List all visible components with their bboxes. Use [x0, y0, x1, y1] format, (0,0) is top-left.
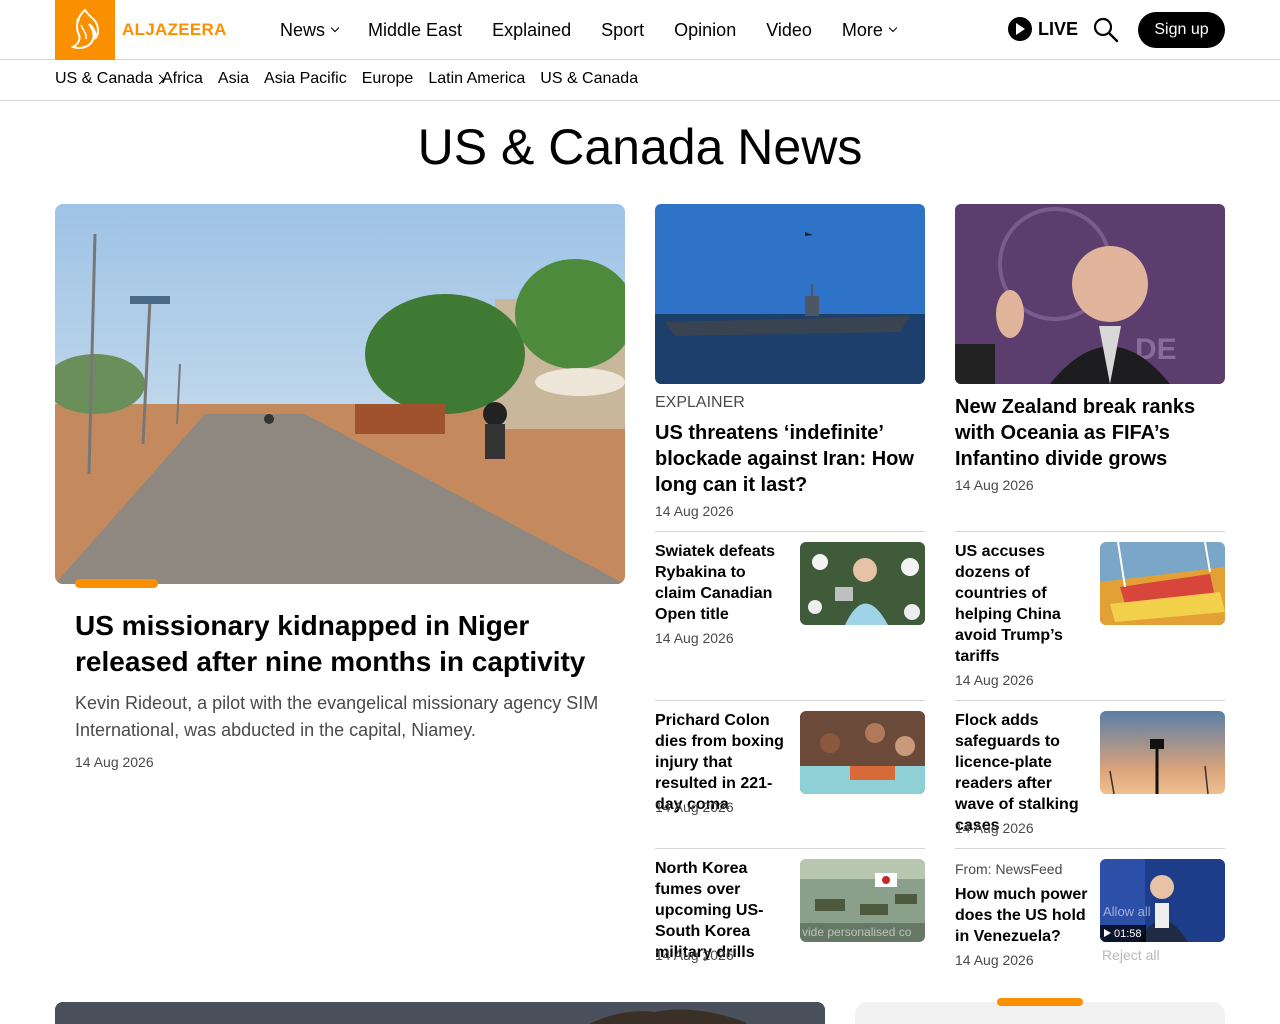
small-card-date: 14 Aug 2026	[955, 672, 1034, 688]
video-thumbnail[interactable]: Allow all 01:58	[1100, 859, 1225, 942]
small-card-date: 14 Aug 2026	[655, 947, 734, 963]
nav-video-label: Video	[766, 19, 812, 40]
feature-card-date: 14 Aug 2026	[955, 477, 1034, 493]
brand-name[interactable]: ALJAZEERA	[122, 20, 227, 40]
divider	[955, 848, 1225, 849]
region-latin-america[interactable]: Latin America	[428, 70, 525, 88]
feature-card-date: 14 Aug 2026	[655, 503, 734, 519]
region-asia[interactable]: Asia	[218, 70, 249, 88]
consent-overlay-text: vide personalised co	[802, 925, 912, 939]
sign-up-button[interactable]: Sign up	[1138, 12, 1225, 48]
top-header: ALJAZEERA News Middle East Explained Spo…	[0, 0, 1280, 60]
nav-more-label: More	[841, 19, 883, 40]
next-story-image[interactable]	[55, 1002, 825, 1024]
small-card-title[interactable]: Flock adds safeguards to licence-plate r…	[955, 710, 1095, 836]
breadcrumb: US & Canada	[55, 70, 168, 88]
lead-story-date: 14 Aug 2026	[75, 754, 154, 770]
small-card-title[interactable]: How much power does the US hold in Venez…	[955, 884, 1090, 947]
chevron-down-icon	[888, 23, 898, 33]
aljazeera-logo-icon[interactable]	[55, 0, 115, 60]
divider	[655, 531, 925, 532]
divider	[955, 700, 1225, 701]
small-card-date: 14 Aug 2026	[655, 630, 734, 646]
nav-opinion[interactable]: Opinion	[674, 20, 736, 41]
nav-middle-east-label: Middle East	[368, 19, 463, 40]
video-duration: 01:58	[1114, 927, 1142, 940]
main-navigation: News Middle East Explained Sport Opinion…	[280, 0, 898, 60]
video-duration-badge: 01:58	[1100, 925, 1146, 942]
nav-more[interactable]: More	[841, 19, 898, 41]
region-asia-pacific[interactable]: Asia Pacific	[264, 70, 347, 88]
nav-sport-label: Sport	[601, 19, 645, 40]
nav-explained[interactable]: Explained	[492, 20, 571, 41]
small-card-title[interactable]: Swiatek defeats Rybakina to claim Canadi…	[655, 541, 790, 625]
small-card-thumbnail[interactable]	[800, 711, 925, 794]
feature-card-title[interactable]: New Zealand break ranks with Oceania as …	[955, 394, 1225, 472]
page-title: US & Canada News	[417, 119, 863, 175]
feature-card-image[interactable]: DE	[955, 204, 1225, 384]
nav-news-label: News	[280, 19, 326, 40]
divider	[655, 848, 925, 849]
lead-story-title[interactable]: US missionary kidnapped in Niger release…	[75, 608, 615, 680]
small-card-date: 14 Aug 2026	[955, 820, 1034, 836]
card-kicker: EXPLAINER	[655, 394, 745, 411]
small-card-date: 14 Aug 2026	[955, 952, 1034, 968]
region-us-canada[interactable]: US & Canada	[540, 70, 638, 88]
small-card-title[interactable]: US accuses dozens of countries of helpin…	[955, 541, 1090, 667]
nav-news[interactable]: News	[280, 19, 340, 41]
nav-sport[interactable]: Sport	[601, 20, 644, 41]
live-button[interactable]: LIVE	[1008, 17, 1078, 41]
feature-card-title[interactable]: US threatens ‘indefinite’ blockade again…	[655, 420, 925, 498]
accent-bar	[75, 579, 158, 588]
nav-opinion-label: Opinion	[674, 19, 737, 40]
small-card-source: From: NewsFeed	[955, 861, 1063, 877]
accent-bar	[997, 998, 1083, 1006]
lead-story-image[interactable]	[55, 204, 625, 584]
small-card-thumbnail[interactable]	[800, 542, 925, 625]
nav-video[interactable]: Video	[766, 20, 812, 41]
region-europe[interactable]: Europe	[362, 70, 414, 88]
region-africa[interactable]: Africa	[162, 70, 203, 88]
divider	[655, 700, 925, 701]
play-icon	[1008, 17, 1032, 41]
small-card-thumbnail[interactable]	[1100, 711, 1225, 794]
live-label: LIVE	[1038, 18, 1079, 39]
sub-navigation: US & Canada Africa Asia Asia Pacific Eur…	[0, 60, 1280, 101]
nav-explained-label: Explained	[492, 19, 572, 40]
small-card-thumbnail[interactable]	[1100, 542, 1225, 625]
consent-allow-text: Allow all	[1103, 904, 1151, 919]
consent-reject-text[interactable]: Reject all	[1102, 947, 1160, 963]
lead-story-summary: Kevin Rideout, a pilot with the evangeli…	[75, 693, 599, 740]
chevron-down-icon	[330, 23, 340, 33]
nav-middle-east[interactable]: Middle East	[368, 20, 462, 41]
small-card-thumbnail[interactable]: vide personalised co	[800, 859, 925, 942]
search-icon[interactable]	[1093, 17, 1119, 43]
feature-card-image[interactable]	[655, 204, 925, 384]
breadcrumb-current[interactable]: US & Canada	[55, 70, 153, 88]
divider	[955, 531, 1225, 532]
play-icon	[1104, 928, 1111, 940]
small-card-date: 14 Aug 2026	[655, 799, 734, 815]
region-links: Africa Asia Asia Pacific Europe Latin Am…	[162, 70, 638, 88]
